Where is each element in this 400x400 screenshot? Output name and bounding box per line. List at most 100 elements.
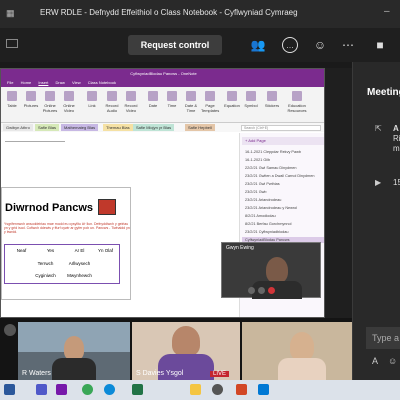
section-tab[interactable]: Mathemateg Blas bbox=[61, 124, 99, 131]
page-list-item[interactable]: 23/2/21 Gwlten a Dwall Carnol Dinydmen bbox=[242, 173, 324, 179]
grid-cell: Arllwysech bbox=[68, 261, 91, 266]
ribbon-record-audio-button[interactable]: Record Audio bbox=[103, 91, 121, 117]
chrome-icon[interactable] bbox=[82, 384, 93, 395]
page-list-item[interactable]: 23/2/21 Cyflwyniadblodau bbox=[242, 229, 324, 235]
participant-tile[interactable]: R Waters bbox=[18, 322, 130, 380]
side-item: m bbox=[393, 144, 400, 153]
menu-tab[interactable]: File bbox=[7, 80, 13, 85]
mic-control-icon[interactable] bbox=[258, 287, 265, 294]
onenote-icon[interactable] bbox=[56, 384, 67, 395]
edge-icon[interactable] bbox=[104, 384, 115, 395]
menu-tab[interactable]: Draw bbox=[56, 80, 65, 85]
worksheet-instructions: Ysgrifennwch ansoddeiriau mae modd eu cy… bbox=[4, 222, 130, 235]
section-tab[interactable]: Safle Mlojyn yr Blas bbox=[133, 124, 175, 131]
chat-compose-input[interactable]: Type a bbox=[366, 327, 400, 349]
ribbon-symbol-button[interactable]: Symbol bbox=[242, 91, 260, 117]
ribbon-online-video-button[interactable]: Online Video bbox=[60, 91, 78, 117]
ribbon-link-button[interactable]: Link bbox=[83, 91, 101, 117]
settings-icon[interactable] bbox=[212, 384, 223, 395]
page-list-item[interactable]: 16-1-2021 Gilb bbox=[242, 157, 324, 163]
attach-icon[interactable]: ☺ bbox=[388, 356, 397, 366]
ribbon-education-resources-button[interactable]: Education Resources bbox=[285, 91, 309, 117]
page-list-item[interactable]: 22/2/21 Gwl Samau Dinydmen bbox=[242, 165, 324, 171]
grid-cell: Mwynhewch bbox=[67, 273, 92, 278]
participant-tile[interactable]: S Davies Ysgol LIVE bbox=[132, 322, 240, 380]
onenote-ribbon: Table Pictures Online Pictures Online Vi… bbox=[1, 87, 324, 123]
worksheet-card: Diwrnod Pancws Ysgrifennwch ansoddeiriau… bbox=[1, 187, 131, 300]
school-logo-icon bbox=[98, 199, 116, 215]
teams-icon[interactable] bbox=[36, 384, 47, 395]
ribbon-date-button[interactable]: Date bbox=[144, 91, 162, 117]
presenter-video bbox=[266, 257, 288, 283]
video-control-icon[interactable] bbox=[248, 287, 255, 294]
section-tab[interactable]: Gwibyn Athro bbox=[3, 124, 33, 131]
grid-header: Neaf bbox=[16, 248, 27, 253]
page-list-item[interactable]: 23/2/21 Ariandrodeau bbox=[242, 197, 324, 203]
grid-cell: Cyginiwch bbox=[35, 273, 56, 278]
chat-icon[interactable]: … bbox=[282, 37, 298, 53]
camera-icon[interactable]: ■ bbox=[372, 37, 388, 53]
powerpoint-icon[interactable] bbox=[236, 384, 247, 395]
presenter-name: Gwyn Ewing bbox=[226, 245, 254, 251]
compose-placeholder: Type a bbox=[372, 333, 400, 343]
participant-body bbox=[278, 358, 326, 380]
teams-title-bar: ▦ ERW RDLE - Defnydd Effeithiol o Class … bbox=[0, 0, 400, 28]
more-options-icon[interactable]: ⋯ bbox=[340, 37, 356, 53]
ribbon-date-time-button[interactable]: Date & Time bbox=[182, 91, 200, 117]
participant-icon bbox=[4, 324, 16, 336]
ribbon-online-pictures-button[interactable]: Online Pictures bbox=[41, 91, 59, 117]
participant-video bbox=[172, 326, 200, 356]
page-list-item[interactable]: 16-1-2021 Cleppdar Rekvy Pawb bbox=[242, 149, 324, 155]
share-indicator-icon bbox=[6, 39, 18, 48]
menu-tab[interactable]: Insert bbox=[38, 80, 48, 85]
ribbon-table-button[interactable]: Table bbox=[3, 91, 21, 117]
word-grid: Neaf Yes Ar El Yn Olaf Terrwch Arllwysec… bbox=[4, 244, 120, 284]
mail-icon[interactable] bbox=[258, 384, 269, 395]
participants-icon[interactable]: 👥 bbox=[250, 37, 266, 53]
minimize-icon[interactable]: – bbox=[384, 6, 390, 17]
menu-tab[interactable]: Home bbox=[21, 80, 32, 85]
side-item: 15 bbox=[393, 178, 400, 187]
grid-header: Yn Olaf bbox=[97, 248, 113, 253]
explorer-icon[interactable] bbox=[190, 384, 201, 395]
participant-video bbox=[290, 332, 314, 360]
share-tray-icon[interactable]: ⇱ bbox=[375, 124, 382, 133]
section-tab[interactable]: Safle Blas bbox=[35, 124, 60, 131]
hangup-icon[interactable] bbox=[268, 287, 275, 294]
ribbon-pictures-button[interactable]: Pictures bbox=[22, 91, 40, 117]
page-title-line bbox=[5, 141, 65, 142]
window-title: ERW RDLE - Defnydd Effeithiol o Class No… bbox=[40, 8, 298, 17]
app-menu-icon[interactable]: ▦ bbox=[6, 8, 15, 19]
add-page-button[interactable]: + Add Page bbox=[242, 137, 324, 145]
ribbon-time-button[interactable]: Time bbox=[163, 91, 181, 117]
menu-tab[interactable]: View bbox=[72, 80, 81, 85]
video-tray-icon[interactable]: ▶ bbox=[375, 178, 381, 187]
page-list-item[interactable]: 23/2/21 Gwb bbox=[242, 189, 324, 195]
search-box[interactable]: Search (Ctrl+E) bbox=[241, 125, 321, 131]
worksheet-heading: Diwrnod Pancws bbox=[5, 202, 94, 214]
excel-icon[interactable] bbox=[132, 384, 143, 395]
section-tab[interactable]: Themau Blas bbox=[103, 124, 133, 131]
participant-tile[interactable] bbox=[242, 322, 352, 380]
participant-name: R Waters bbox=[22, 370, 51, 377]
presenter-video-inset: Gwyn Ewing bbox=[221, 242, 321, 299]
participant-video bbox=[64, 336, 84, 360]
page-list-item[interactable]: 23/2/21 Ariandrodeau y Newrol bbox=[242, 205, 324, 211]
format-icon[interactable]: A bbox=[372, 356, 378, 366]
word-icon[interactable] bbox=[4, 384, 15, 395]
live-badge: LIVE bbox=[210, 371, 230, 377]
section-tab[interactable]: Safle Hepbell bbox=[185, 124, 215, 131]
side-panel-title: Meeting bbox=[367, 87, 400, 98]
page-list-item[interactable]: 8/2/21 Berfau Gorchmynnol bbox=[242, 221, 324, 227]
page-list-item[interactable]: 23/2/21 Gwl Pwthias bbox=[242, 181, 324, 187]
ribbon-record-video-button[interactable]: Record Video bbox=[122, 91, 140, 117]
ribbon-equation-button[interactable]: Equation bbox=[223, 91, 241, 117]
menu-tab[interactable]: Class Notebook bbox=[88, 80, 116, 85]
participant-body bbox=[52, 358, 96, 380]
request-control-button[interactable]: Request control bbox=[128, 35, 222, 55]
ribbon-page-templates-button[interactable]: Page Templates bbox=[201, 91, 219, 117]
page-list-item[interactable]: 8/2/21 Amodiodau bbox=[242, 213, 324, 219]
ribbon-stickers-button[interactable]: Stickers bbox=[263, 91, 281, 117]
reactions-icon[interactable]: ☺ bbox=[312, 37, 328, 53]
search-placeholder: Search (Ctrl+E) bbox=[244, 126, 269, 130]
